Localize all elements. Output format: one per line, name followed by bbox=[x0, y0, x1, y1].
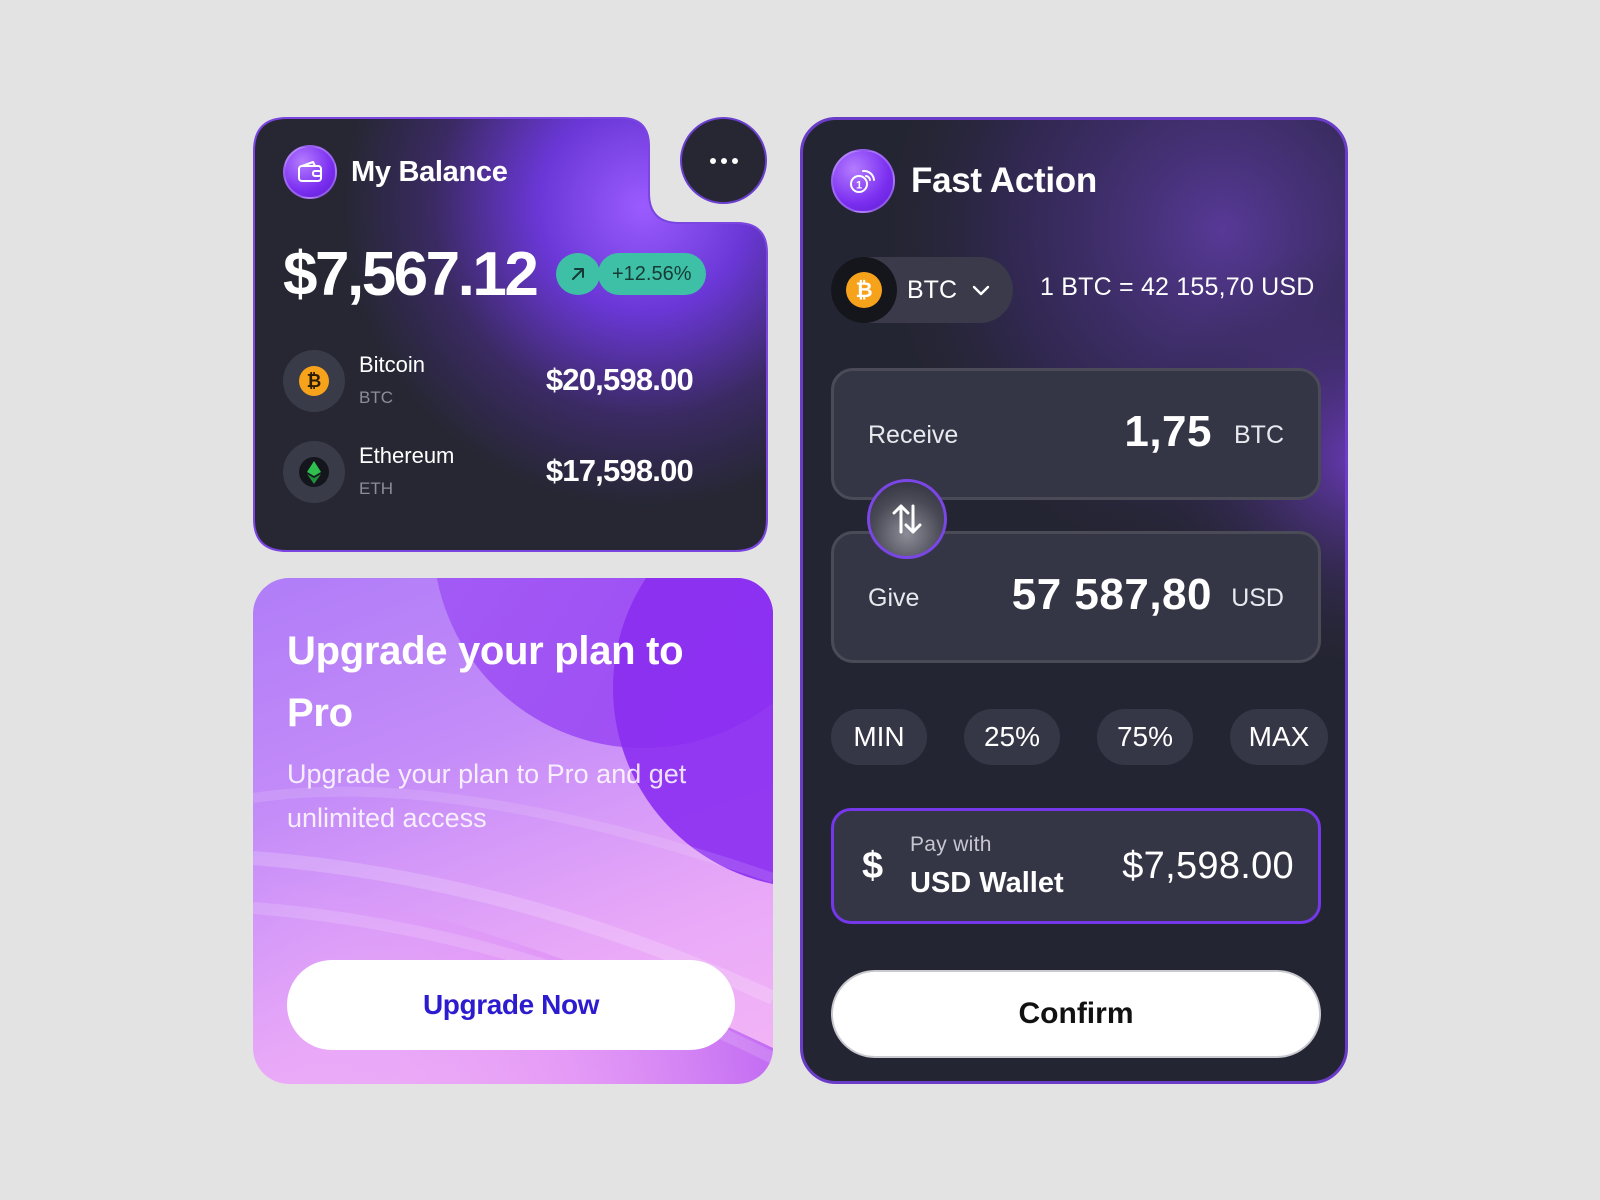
change-badge: +12.56% bbox=[598, 253, 706, 295]
upgrade-subtitle: Upgrade your plan to Pro and get unlimit… bbox=[287, 759, 687, 833]
more-options-button[interactable] bbox=[680, 117, 767, 204]
preset-25-button[interactable]: 25% bbox=[964, 709, 1060, 765]
give-label: Give bbox=[868, 584, 920, 612]
asset-name: Ethereum bbox=[359, 443, 455, 468]
pay-with-label: Pay with bbox=[910, 833, 992, 856]
pay-method: USD Wallet bbox=[910, 867, 1064, 899]
upgrade-title: Upgrade your plan to Pro bbox=[287, 629, 684, 735]
preset-75-button[interactable]: 75% bbox=[1097, 709, 1193, 765]
balance-amount: $7,567.12 bbox=[283, 240, 539, 309]
exchange-rate: 1 BTC = 42 155,70 USD bbox=[1040, 273, 1315, 301]
coin-selector[interactable]: ₿ BTC bbox=[831, 257, 1013, 323]
chevron-down-icon bbox=[972, 285, 990, 296]
ethereum-icon bbox=[283, 441, 345, 503]
swap-button[interactable] bbox=[867, 479, 947, 559]
asset-value: $20,598.00 bbox=[545, 362, 694, 397]
coins-exchange-icon: 1 bbox=[831, 149, 895, 213]
balance-title: My Balance bbox=[351, 155, 508, 188]
confirm-button[interactable]: Confirm bbox=[831, 970, 1321, 1058]
pay-amount: $7,598.00 bbox=[1122, 845, 1294, 887]
svg-text:₿: ₿ bbox=[855, 279, 872, 302]
selected-coin: BTC bbox=[907, 275, 957, 304]
upgrade-card: Upgrade your plan to Pro Upgrade your pl… bbox=[253, 578, 773, 1084]
bitcoin-icon: ₿ bbox=[831, 257, 897, 323]
balance-header: My Balance bbox=[283, 145, 508, 199]
pay-with-selector[interactable]: $ Pay with USD Wallet $7,598.00 bbox=[831, 808, 1321, 924]
asset-value: $17,598.00 bbox=[545, 453, 694, 488]
receive-label: Receive bbox=[868, 421, 959, 449]
asset-symbol: BTC bbox=[359, 388, 393, 407]
fast-action-header: 1 Fast Action bbox=[831, 149, 1097, 213]
arrow-up-right-icon bbox=[556, 253, 600, 295]
screen: My Balance $7,567.12 +12.56% ₿ Bitcoin B… bbox=[0, 0, 1600, 1200]
amount-presets: MIN 25% 75% MAX bbox=[831, 709, 1331, 765]
wallet-icon bbox=[283, 145, 337, 199]
svg-text:₿: ₿ bbox=[307, 371, 322, 391]
fast-action-card: 1 Fast Action ₿ BTC 1 BTC = 42 155,70 US… bbox=[800, 117, 1348, 1084]
asset-row-bitcoin[interactable]: ₿ Bitcoin BTC $20,598.00 bbox=[283, 348, 694, 412]
upgrade-now-button[interactable]: Upgrade Now bbox=[287, 960, 735, 1050]
give-amount: 57 587,80 bbox=[1011, 570, 1212, 619]
asset-name: Bitcoin bbox=[359, 352, 426, 377]
more-horizontal-icon bbox=[709, 157, 716, 164]
asset-symbol: ETH bbox=[359, 479, 393, 498]
preset-min-button[interactable]: MIN bbox=[831, 709, 927, 765]
bitcoin-icon: ₿ bbox=[283, 350, 345, 412]
dollar-icon: $ bbox=[862, 845, 884, 887]
svg-text:1: 1 bbox=[856, 180, 862, 192]
preset-max-button[interactable]: MAX bbox=[1230, 709, 1328, 765]
fast-action-title: Fast Action bbox=[911, 161, 1097, 200]
asset-row-ethereum[interactable]: Ethereum ETH $17,598.00 bbox=[283, 439, 694, 503]
receive-amount: 1,75 bbox=[1124, 407, 1212, 456]
give-currency: USD bbox=[1231, 584, 1284, 612]
swap-arrows-icon bbox=[892, 504, 922, 534]
balance-change: +12.56% bbox=[556, 253, 706, 295]
receive-currency: BTC bbox=[1234, 421, 1284, 449]
